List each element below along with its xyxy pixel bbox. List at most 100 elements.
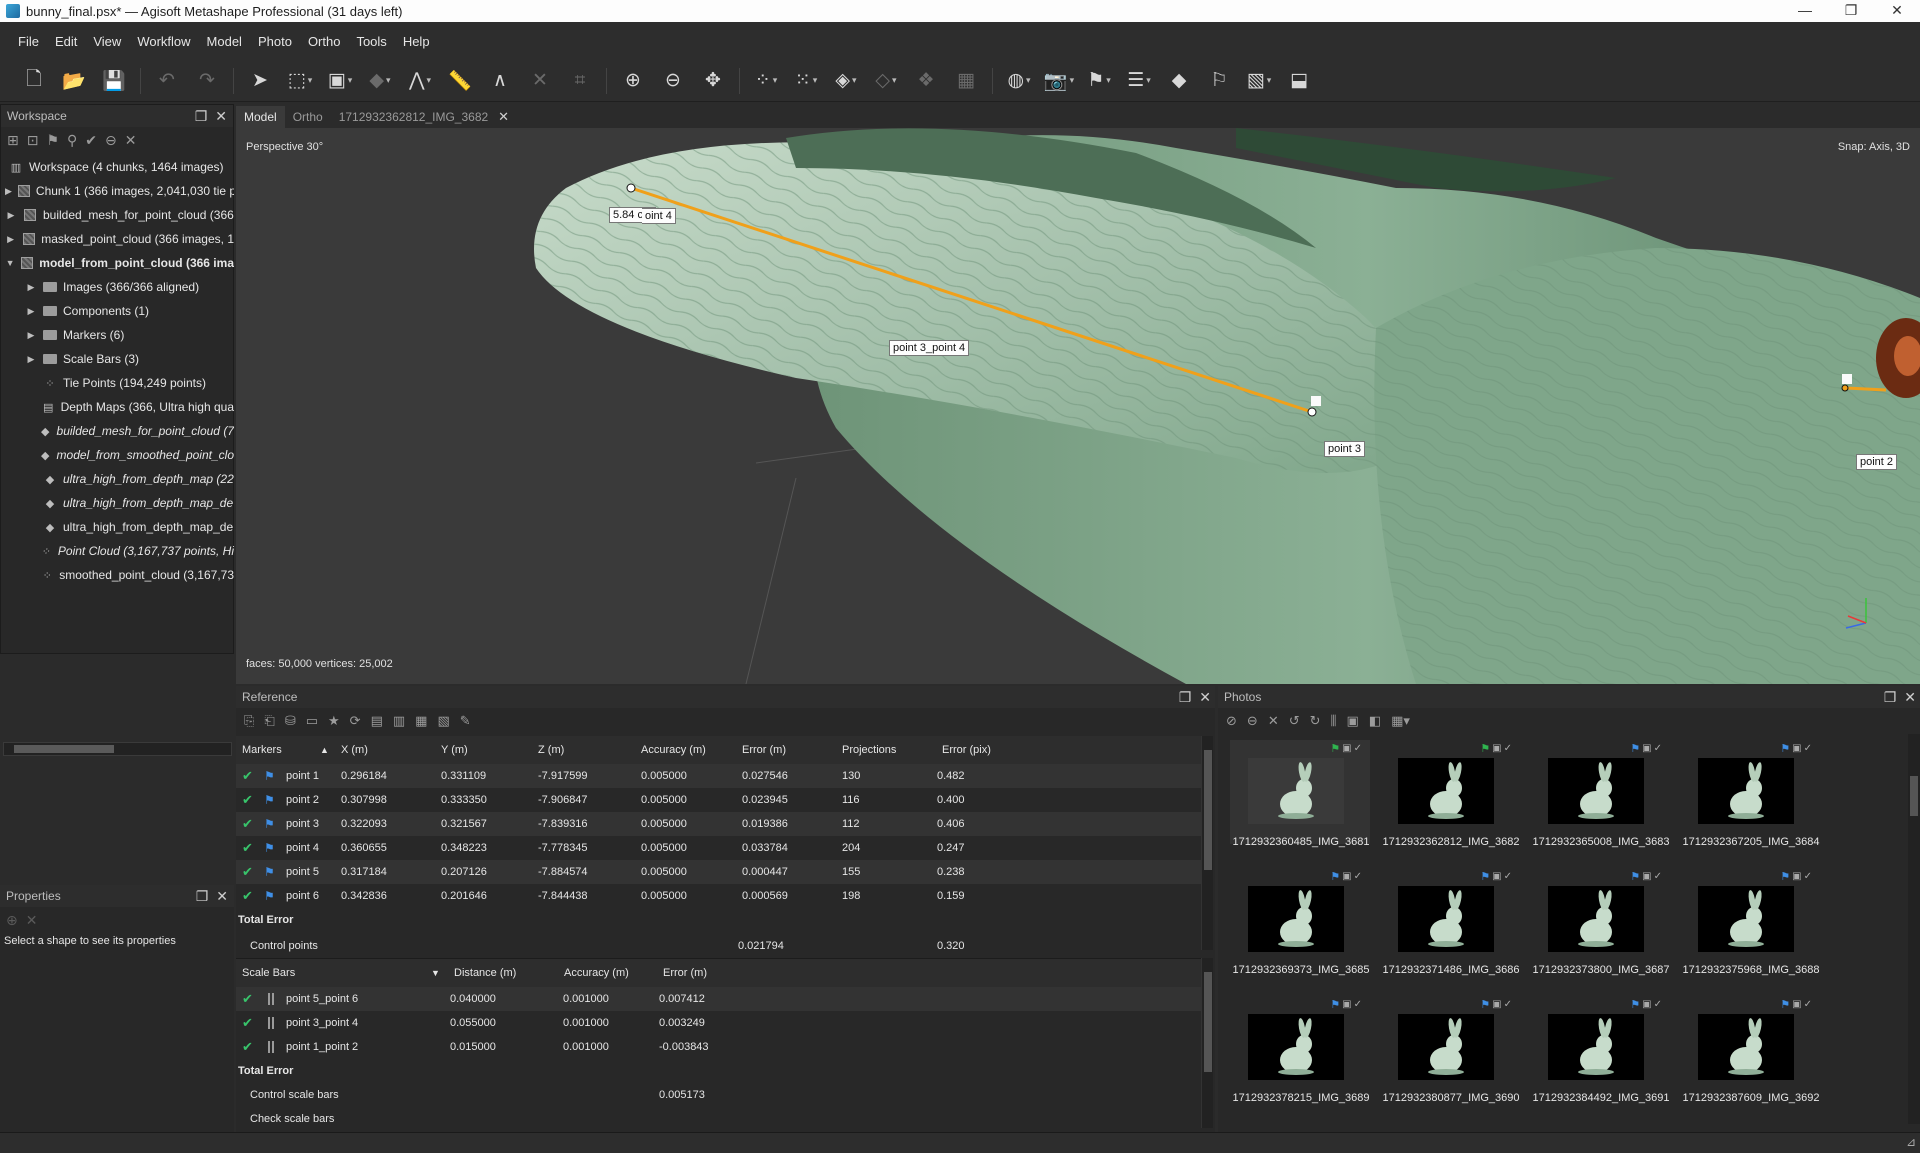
menu-edit[interactable]: Edit <box>47 34 85 49</box>
image-icon[interactable]: ▧ <box>1245 67 1273 95</box>
scalebar-label[interactable]: point 3_point 4 <box>889 340 970 356</box>
draw-shape-icon[interactable]: ▣ <box>326 67 354 95</box>
dem-icon[interactable]: ▦ <box>952 67 980 95</box>
clear-icon[interactable]: ▭ <box>306 713 318 729</box>
rotate-right-icon[interactable]: ↻ <box>1310 713 1321 729</box>
col-scalebars[interactable]: Scale Bars <box>242 967 295 979</box>
sort-desc-icon[interactable]: ▼ <box>431 968 440 978</box>
menu-photo[interactable]: Photo <box>250 34 300 49</box>
model-viewport[interactable]: Perspective 30° Snap: Axis, 3D faces: 50… <box>236 128 1920 684</box>
shapes-icon[interactable]: ◆ <box>1165 67 1193 95</box>
photo-thumbnail[interactable]: ⚑ ▣ ✓ 1712932371486_IMG_3686 <box>1376 868 1526 994</box>
remove-camera-icon[interactable]: ✕ <box>1268 713 1279 729</box>
maximize-button[interactable]: ❐ <box>1828 0 1874 22</box>
close-panel-icon[interactable]: ✕ <box>1199 689 1211 706</box>
tree-item[interactable]: ◆ ultra_high_from_depth_map_de <box>1 515 234 539</box>
menu-workflow[interactable]: Workflow <box>129 34 198 49</box>
tree-item[interactable]: ▶ Markers (6) <box>1 323 234 347</box>
import-reference-icon[interactable]: ⎘ <box>244 713 254 729</box>
scalebar-row[interactable]: ✔ point 5_point 6 0.040000 0.001000 0.007412 <box>236 987 1201 1011</box>
checkbox-checked-icon[interactable]: ✔ <box>242 841 256 855</box>
photo-thumbnail[interactable]: ⚑ ▣ ✓ 1712932365008_IMG_3683 <box>1526 740 1676 866</box>
redo-icon[interactable]: ↷ <box>193 67 221 95</box>
star-icon[interactable]: ★ <box>328 713 340 729</box>
model-solid-icon[interactable]: ◇ <box>872 67 900 95</box>
globe-icon[interactable]: ◍ <box>1005 67 1033 95</box>
menu-file[interactable]: File <box>10 34 47 49</box>
photo-thumbnail[interactable]: ⚑ ▣ ✓ 1712932384492_IMG_3691 <box>1526 996 1676 1122</box>
enable-camera-icon[interactable]: ⊘ <box>1226 713 1237 729</box>
rotate-left-icon[interactable]: ↺ <box>1289 713 1300 729</box>
add-property-icon[interactable]: ⊕ <box>6 912 18 929</box>
zoom-in-icon[interactable]: ⊕ <box>619 67 647 95</box>
tree-item[interactable]: ▤ Depth Maps (366, Ultra high qua <box>1 395 234 419</box>
ruler-icon[interactable]: 📏 <box>446 67 474 95</box>
marker-label-point3[interactable]: point 3 <box>1324 441 1366 457</box>
col-accuracy[interactable]: Accuracy (m) <box>641 744 706 756</box>
tree-item[interactable]: ◆ ultra_high_from_depth_map (22 <box>1 467 234 491</box>
enable-icon[interactable]: ✔ <box>85 132 97 149</box>
zoom-out-icon[interactable]: ⊖ <box>659 67 687 95</box>
sort-asc-icon[interactable]: ▲ <box>320 745 329 755</box>
dense-cloud-icon[interactable]: ⁙ <box>792 67 820 95</box>
menu-ortho[interactable]: Ortho <box>300 34 349 49</box>
tree-item[interactable]: ⁘ Tie Points (194,249 points) <box>1 371 234 395</box>
polygon-icon[interactable]: ◆ <box>366 67 394 95</box>
marker-row[interactable]: ✔ ⚑ point 3 0.322093 0.321567 -7.839316 0.0050… <box>236 812 1201 836</box>
expand-arrow-icon[interactable]: ▶ <box>25 330 37 341</box>
view-source-icon[interactable]: ▤ <box>371 713 383 729</box>
col-z[interactable]: Z (m) <box>538 744 564 756</box>
cameras-show-icon[interactable]: ⚑ <box>1085 67 1113 95</box>
marker-row[interactable]: ✔ ⚑ point 2 0.307998 0.333350 -7.906847 0.0050… <box>236 788 1201 812</box>
expand-arrow-icon[interactable]: ▶ <box>25 282 37 293</box>
add-photos-icon[interactable]: ⊡ <box>27 132 39 149</box>
save-icon[interactable]: 💾 <box>100 67 128 95</box>
update-icon[interactable]: ⟳ <box>350 713 361 729</box>
tab-model[interactable]: Model <box>236 106 285 128</box>
scalebar-row[interactable]: ✔ point 1_point 2 0.015000 0.001000 -0.00384… <box>236 1035 1201 1059</box>
close-panel-icon[interactable]: ✕ <box>216 888 228 905</box>
col-scale-accuracy[interactable]: Accuracy (m) <box>564 967 629 979</box>
marker-row[interactable]: ✔ ⚑ point 4 0.360655 0.348223 -7.778345 0.0050… <box>236 836 1201 860</box>
tree-item[interactable]: ▶ Components (1) <box>1 299 234 323</box>
photo-thumbnail[interactable]: ⚑ ▣ ✓ 1712932380877_IMG_3690 <box>1376 996 1526 1122</box>
region-icon[interactable]: ⬓ <box>1285 67 1313 95</box>
col-x[interactable]: X (m) <box>341 744 368 756</box>
photo-thumbnail[interactable]: ⚑ ▣ ✓ 1712932375968_IMG_3688 <box>1676 868 1826 994</box>
marker-row[interactable]: ✔ ⚑ point 1 0.296184 0.331109 -7.917599 0.0050… <box>236 764 1201 788</box>
float-panel-icon[interactable]: ❐ <box>1179 689 1192 706</box>
menu-tools[interactable]: Tools <box>348 34 394 49</box>
expand-arrow-icon[interactable]: ▶ <box>25 354 37 365</box>
scalebar-row[interactable]: ✔ point 3_point 4 0.055000 0.001000 0.003249 <box>236 1011 1201 1035</box>
mask-icon[interactable]: ▣ <box>1347 713 1359 729</box>
undo-icon[interactable]: ↶ <box>153 67 181 95</box>
new-document-icon[interactable]: 🗋 <box>20 67 48 95</box>
layers-icon[interactable]: ☰ <box>1125 67 1153 95</box>
col-error[interactable]: Error (m) <box>742 744 786 756</box>
view-variance-icon[interactable]: ▧ <box>437 713 449 729</box>
checkbox-checked-icon[interactable]: ✔ <box>242 817 256 831</box>
navigation-cursor-icon[interactable]: ➤ <box>246 67 274 95</box>
photo-thumbnail[interactable]: ⚑ ▣ ✓ 1712932367205_IMG_3684 <box>1676 740 1826 866</box>
tree-item[interactable]: ▶ builded_mesh_for_point_cloud (366 <box>1 203 234 227</box>
photos-vscroll[interactable] <box>1908 734 1920 1124</box>
tree-item[interactable]: ▶ masked_point_cloud (366 images, 1 <box>1 227 234 251</box>
add-markers-icon[interactable]: ⚑ <box>46 132 59 149</box>
point-cloud-icon[interactable]: ⁘ <box>752 67 780 95</box>
view-errors-icon[interactable]: ▦ <box>415 713 427 729</box>
menu-model[interactable]: Model <box>199 34 250 49</box>
close-tab-icon[interactable]: ✕ <box>498 109 509 125</box>
photo-thumbnail[interactable]: ⚑ ▣ ✓ 1712932387609_IMG_3692 <box>1676 996 1826 1122</box>
checkbox-checked-icon[interactable]: ✔ <box>242 865 256 879</box>
tree-item[interactable]: ◆ ultra_high_from_depth_map_de <box>1 491 234 515</box>
menu-view[interactable]: View <box>85 34 129 49</box>
tree-item[interactable]: ▶ Images (366/366 aligned) <box>1 275 234 299</box>
camera-icon[interactable]: 📷 <box>1044 67 1073 95</box>
expand-arrow-icon[interactable]: ▶ <box>5 186 12 197</box>
collapse-arrow-icon[interactable]: ▼ <box>5 258 15 268</box>
checkbox-checked-icon[interactable]: ✔ <box>242 1016 256 1030</box>
checkbox-checked-icon[interactable]: ✔ <box>242 793 256 807</box>
scalebars-vscroll[interactable] <box>1201 958 1213 1128</box>
marker-label-point4[interactable]: oint 4 <box>642 208 676 224</box>
expand-arrow-icon[interactable]: ▶ <box>5 210 17 221</box>
